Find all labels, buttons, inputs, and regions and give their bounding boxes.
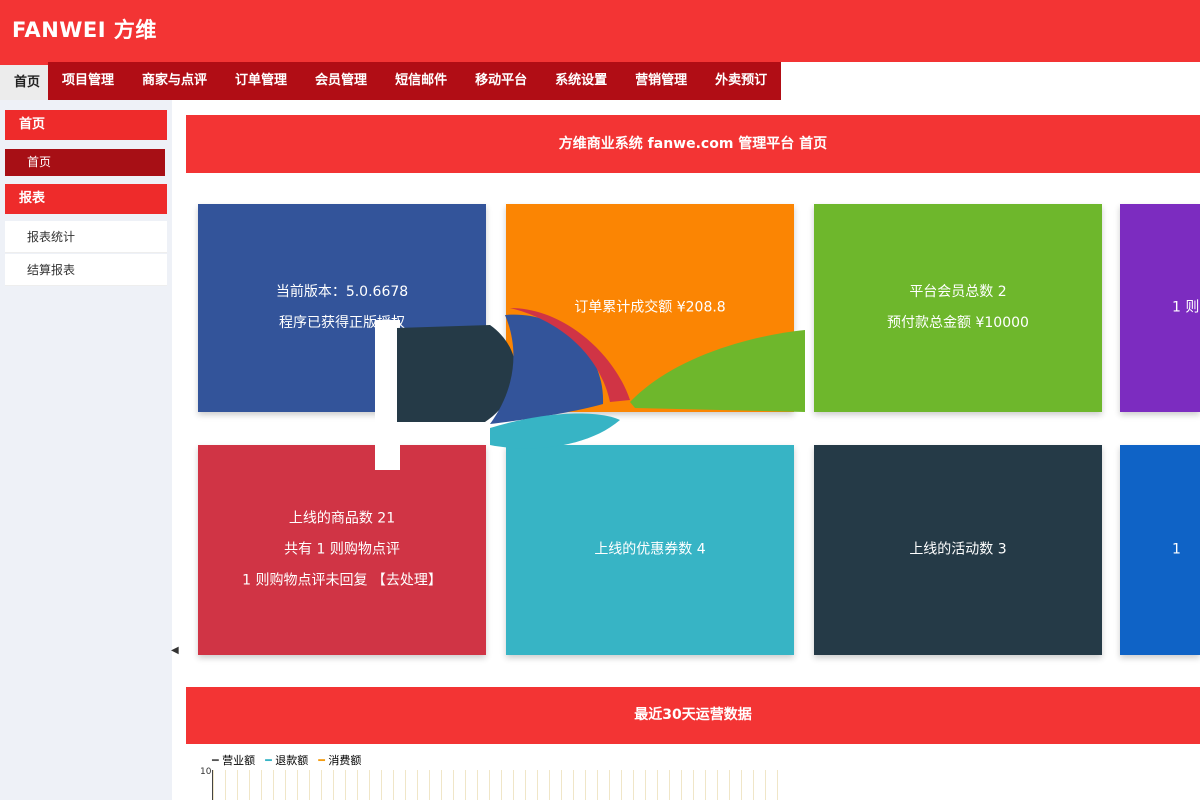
tile-goods: 上线的商品数 21 共有 1 则购物点评 1 则购物点评未回复 【去处理】 [198, 445, 486, 655]
tile-members-line1: 平台会员总数 2 [909, 284, 1007, 300]
decorative-overlay [375, 308, 805, 470]
chart-legend: ━ 营业额 ━ 退款额 ━ 消费额 [212, 752, 371, 768]
tab-merchants[interactable]: 商家与点评 [128, 62, 222, 100]
tab-settings[interactable]: 系统设置 [541, 62, 622, 100]
tab-mobile[interactable]: 移动平台 [461, 62, 542, 100]
overlay-green-swirl [630, 330, 805, 412]
sidebar-group-home[interactable]: 首页 [5, 110, 167, 140]
tab-projects[interactable]: 项目管理 [48, 62, 129, 100]
sidebar-item-settlement[interactable]: 结算报表 [5, 254, 167, 286]
tile-coupons-line1: 上线的优惠券数 4 [594, 541, 706, 558]
tile-purple-line1: 1 则 [1172, 299, 1200, 316]
sidebar-item-home[interactable]: 首页 [5, 149, 165, 176]
tile-members: 平台会员总数 2 预付款总金额 ¥10000 [814, 204, 1102, 412]
top-nav: 首页 项目管理 商家与点评 订单管理 会员管理 短信邮件 移动平台 系统设置 营… [0, 62, 782, 100]
tile-blue-line1: 1 [1172, 541, 1181, 558]
sidebar-group-reports[interactable]: 报表 [5, 184, 167, 214]
sidebar-collapse-icon[interactable]: ◀ [171, 645, 179, 656]
sidebar-item-report-stats[interactable]: 报表统计 [5, 221, 167, 253]
tab-members[interactable]: 会员管理 [301, 62, 382, 100]
tab-home[interactable]: 首页 [0, 62, 48, 100]
tile-coupons: 上线的优惠券数 4 [506, 445, 794, 655]
tab-delivery[interactable]: 外卖预订 [701, 62, 782, 100]
tile-purple: 1 则 [1120, 204, 1200, 412]
legend-item[interactable]: ━ 退款额 [265, 752, 308, 768]
tab-marketing[interactable]: 营销管理 [621, 62, 702, 100]
tile-events-line1: 上线的活动数 3 [909, 541, 1007, 558]
tab-sms-email[interactable]: 短信邮件 [381, 62, 462, 100]
overlay-navy-shape [397, 325, 516, 422]
tile-goods-line1: 上线的商品数 21 [288, 510, 396, 527]
tile-goods-line2: 共有 1 则购物点评 [284, 541, 400, 558]
stats-section-title: 最近30天运营数据 [186, 687, 1200, 744]
tile-goods-line3[interactable]: 1 则购物点评未回复 【去处理】 [198, 566, 486, 597]
overlay-white-strip [375, 320, 400, 470]
chart-plot-area [212, 770, 783, 800]
legend-label-consumption: 消费额 [328, 754, 362, 767]
legend-label-revenue: 营业额 [222, 754, 256, 767]
page-title: 方维商业系统 fanwe.com 管理平台 首页 [186, 115, 1200, 173]
logo[interactable]: FANWEI 方维 [12, 14, 157, 44]
tile-blue: 1 [1120, 445, 1200, 655]
legend-label-refund: 退款额 [275, 754, 309, 767]
tab-orders[interactable]: 订单管理 [221, 62, 302, 100]
app-header: FANWEI 方维 [0, 0, 1200, 62]
legend-item[interactable]: ━ 消费额 [318, 752, 361, 768]
chart-y-tick: 10 [200, 767, 212, 777]
tile-events: 上线的活动数 3 [814, 445, 1102, 655]
legend-item[interactable]: ━ 营业额 [212, 752, 255, 768]
sidebar: 首页 首页 报表 报表统计 结算报表 [0, 100, 172, 800]
tile-members-line2: 预付款总金额 ¥10000 [887, 315, 1029, 331]
